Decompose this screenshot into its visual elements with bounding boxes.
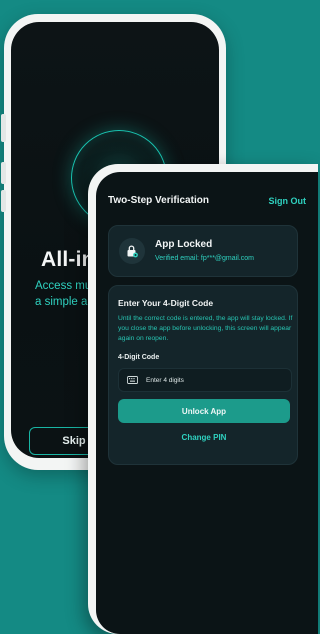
sign-out-button[interactable]: Sign Out xyxy=(269,196,307,206)
header: Two-Step Verification Sign Out xyxy=(108,195,306,206)
email-label: Verified email: xyxy=(155,255,199,262)
page-title: Two-Step Verification xyxy=(108,195,209,206)
lock-icon xyxy=(127,245,138,258)
side-button xyxy=(1,162,6,184)
app-locked-card: App Locked Verified email: fp***@gmail.c… xyxy=(108,225,298,277)
verified-email: Verified email: fp***@gmail.com xyxy=(155,255,254,262)
change-pin-button[interactable]: Change PIN xyxy=(118,433,290,442)
lock-title: App Locked xyxy=(155,239,213,250)
code-input-label: 4-Digit Code xyxy=(118,354,160,361)
verification-screen: Two-Step Verification Sign Out App Locke… xyxy=(96,172,318,634)
side-button xyxy=(1,190,6,212)
code-input[interactable]: Enter 4 digits xyxy=(118,368,292,392)
unlock-app-button[interactable]: Unlock App xyxy=(118,399,290,423)
front-phone-mockup: Two-Step Verification Sign Out App Locke… xyxy=(88,164,318,634)
code-entry-card: Enter Your 4-Digit Code Until the correc… xyxy=(108,285,298,465)
volume-button xyxy=(1,114,6,142)
keyboard-icon xyxy=(127,376,138,384)
code-card-title: Enter Your 4-Digit Code xyxy=(118,298,214,308)
code-card-description: Until the correct code is entered, the a… xyxy=(118,315,293,342)
lock-badge xyxy=(119,238,145,264)
email-value: fp***@gmail.com xyxy=(200,255,254,262)
code-input-placeholder: Enter 4 digits xyxy=(146,376,184,384)
